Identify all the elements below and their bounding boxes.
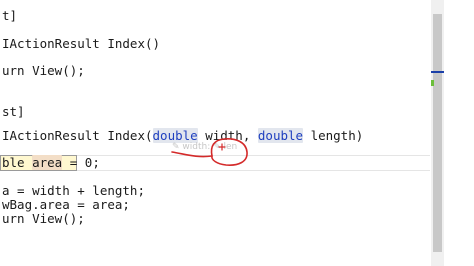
vertical-scrollbar[interactable] xyxy=(431,0,444,266)
variable-token: area xyxy=(32,155,63,170)
code-line: urn View(); xyxy=(2,63,85,78)
keyword-token: double xyxy=(152,128,198,143)
code-line: urn View(); xyxy=(2,211,85,226)
code-area[interactable]: t] IActionResult Index() urn View(); st]… xyxy=(0,0,430,266)
parameter-hint: ✎ width: ✎ len xyxy=(172,142,238,152)
code-token: width, xyxy=(197,128,258,143)
code-token: length) xyxy=(303,128,364,143)
keyword-token: double xyxy=(257,128,304,143)
scrollbar-thumb[interactable] xyxy=(433,14,442,252)
change-marker xyxy=(431,80,434,86)
code-token: = 0; xyxy=(62,155,100,170)
code-line: t] xyxy=(2,8,18,23)
code-token: ble xyxy=(2,155,33,170)
scroll-position-marker xyxy=(431,71,444,73)
code-token: IActionResult Index( xyxy=(2,128,153,143)
code-editor[interactable]: t] IActionResult Index() urn View(); st]… xyxy=(0,0,474,266)
code-line: IActionResult Index() xyxy=(2,36,161,51)
selected-statement[interactable]: ble area = 0; xyxy=(0,155,100,171)
code-line: st] xyxy=(2,104,25,119)
